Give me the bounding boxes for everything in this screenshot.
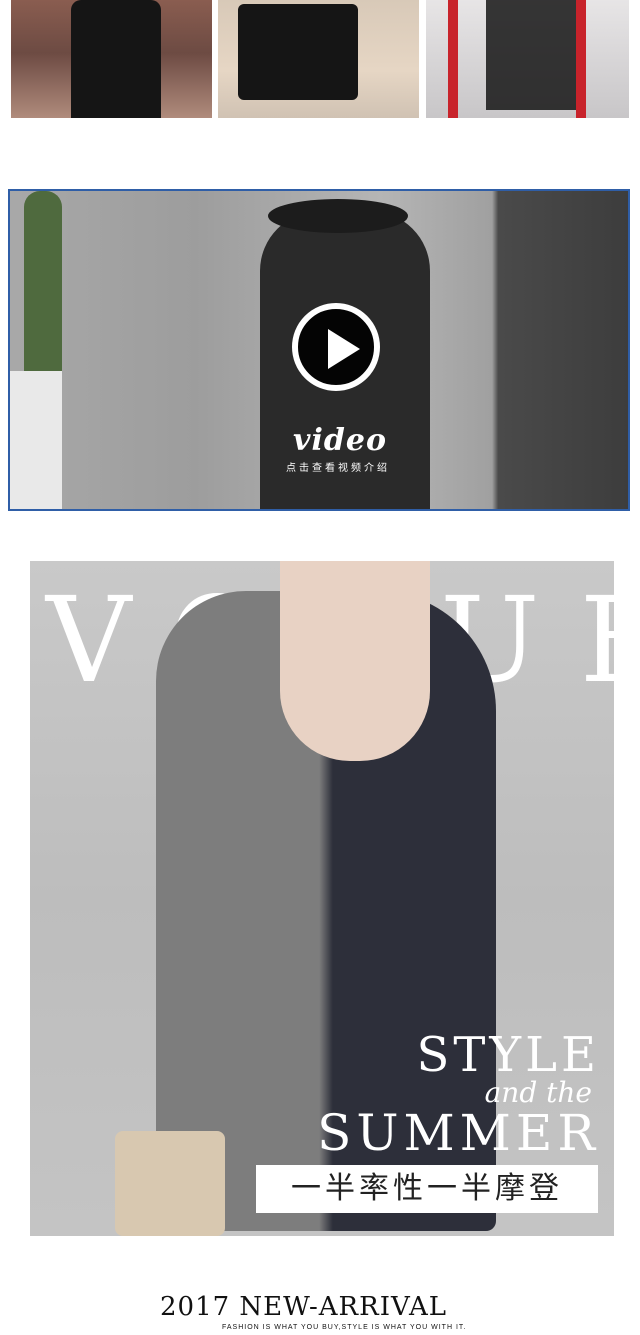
footer-subtitle: FASHION IS WHAT YOU BUY,STYLE IS WHAT YO… [222,1324,467,1331]
figure-shape [238,4,358,100]
footer-title: 2017 NEW-ARRIVAL [160,1292,448,1322]
style-line-1: STYLE [416,1027,600,1083]
stair-rail [576,0,586,118]
play-icon [328,329,360,369]
thumbnail-black-top[interactable] [218,0,419,118]
thumbnail-black-dress[interactable] [11,0,212,118]
hat-shape [268,199,408,233]
hero-image: VOGUE STYLE and the SUMMER 一半率性一半摩登 [30,561,614,1236]
neck-shape [280,561,430,761]
planter-shape [10,371,62,509]
video-subtitle: 点击查看视频介绍 [286,463,390,474]
play-button[interactable] [292,303,380,391]
video-panel[interactable]: video 点击查看视频介绍 [8,189,630,511]
style-line-3: SUMMER [317,1104,600,1162]
thumbnail-red-stairs[interactable] [426,0,629,118]
cactus-shape [24,191,62,381]
thumbnail-strip [0,0,640,120]
style-line-2: and the [484,1076,592,1109]
figure-shape [486,0,576,110]
style-text: STYLE and the SUMMER [317,1031,600,1159]
figure-shape [71,0,161,118]
chinese-tagline: 一半率性一半摩登 [256,1165,598,1213]
bag-shape [115,1131,225,1236]
video-title: video [293,423,387,458]
stair-rail [448,0,458,118]
